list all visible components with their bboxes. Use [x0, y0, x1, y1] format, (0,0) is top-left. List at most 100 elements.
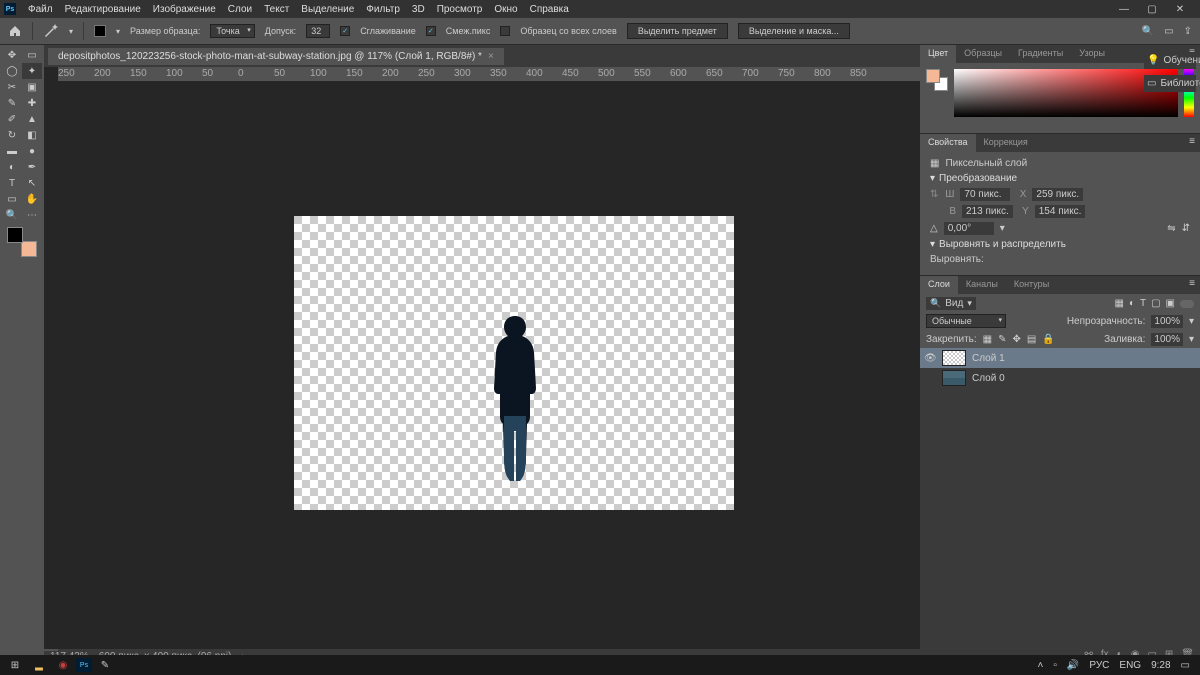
fill-swatch[interactable]: [94, 25, 106, 37]
menu-filter[interactable]: Фильтр: [360, 4, 406, 15]
zoom-tool[interactable]: 🔍: [2, 207, 22, 223]
select-subject-button[interactable]: Выделить предмет: [627, 23, 728, 39]
crop-tool[interactable]: ✂: [2, 79, 22, 95]
tolerance-input[interactable]: 32: [306, 24, 330, 38]
document-tab-close-icon[interactable]: ×: [488, 51, 494, 62]
magic-wand-tool-icon[interactable]: [43, 24, 59, 38]
lock-nest-icon[interactable]: ▤: [1027, 334, 1036, 345]
select-and-mask-button[interactable]: Выделение и маска...: [738, 23, 850, 39]
antialias-checkbox[interactable]: ✓: [340, 26, 350, 36]
tab-channels[interactable]: Каналы: [958, 276, 1006, 294]
dodge-tool[interactable]: ◐: [2, 159, 22, 175]
canvas[interactable]: [294, 216, 734, 510]
y-field[interactable]: 154 пикс.: [1035, 205, 1086, 218]
tab-layers[interactable]: Слои: [920, 276, 958, 294]
panel-menu-icon[interactable]: ≡: [1184, 276, 1200, 294]
filter-smart-icon[interactable]: ▣: [1166, 298, 1175, 309]
tab-gradients[interactable]: Градиенты: [1010, 45, 1071, 63]
marquee-tool[interactable]: ▭: [22, 47, 42, 63]
layer-thumbnail[interactable]: [942, 370, 966, 386]
tab-color[interactable]: Цвет: [920, 45, 956, 63]
x-field[interactable]: 259 пикс.: [1032, 188, 1083, 201]
layer-name[interactable]: Слой 0: [972, 373, 1005, 384]
tab-properties[interactable]: Свойства: [920, 134, 976, 152]
learn-tab[interactable]: 💡Обучение: [1144, 52, 1196, 69]
task-app-icon[interactable]: ◉: [52, 656, 74, 674]
tab-patterns[interactable]: Узоры: [1071, 45, 1113, 63]
layer-name[interactable]: Слой 1: [972, 353, 1005, 364]
tray-ime[interactable]: ENG: [1119, 660, 1141, 671]
filter-toggle-icon[interactable]: [1180, 300, 1194, 308]
lock-pos-icon[interactable]: ✥: [1013, 334, 1021, 345]
layer-filter-dropdown[interactable]: 🔍 Вид ▾: [926, 297, 976, 310]
transform-section[interactable]: Преобразование: [939, 173, 1017, 184]
magic-wand-tool[interactable]: ✦: [22, 63, 42, 79]
task-photoshop-icon[interactable]: Ps: [76, 658, 92, 672]
type-tool[interactable]: T: [2, 175, 22, 191]
share-icon[interactable]: ⇪: [1184, 26, 1192, 37]
lock-all-icon[interactable]: 🔒: [1042, 334, 1054, 345]
healing-tool[interactable]: ✚: [22, 95, 42, 111]
menu-view[interactable]: Просмотр: [431, 4, 489, 15]
menu-text[interactable]: Текст: [258, 4, 295, 15]
shape-tool[interactable]: ▭: [2, 191, 22, 207]
task-app2-icon[interactable]: ✎: [94, 656, 116, 674]
eraser-tool[interactable]: ◧: [22, 127, 42, 143]
tab-swatches[interactable]: Образцы: [956, 45, 1010, 63]
canvas-viewport[interactable]: [44, 81, 920, 649]
path-tool[interactable]: ↖: [22, 175, 42, 191]
all-layers-checkbox[interactable]: [500, 26, 510, 36]
menu-select[interactable]: Выделение: [295, 4, 360, 15]
lasso-tool[interactable]: ◯: [2, 63, 22, 79]
stamp-tool[interactable]: ▲: [22, 111, 42, 127]
tray-notifications-icon[interactable]: ▭: [1181, 660, 1190, 671]
flip-v-icon[interactable]: ⇵: [1182, 223, 1190, 234]
task-explorer-icon[interactable]: ▂: [28, 656, 50, 674]
tray-expand-icon[interactable]: ˄: [1038, 660, 1044, 671]
opacity-field[interactable]: 100%: [1151, 315, 1183, 328]
tab-paths[interactable]: Контуры: [1006, 276, 1057, 294]
filter-shape-icon[interactable]: ▢: [1151, 298, 1160, 309]
start-button[interactable]: ⊞: [4, 656, 26, 674]
flip-h-icon[interactable]: ⇋: [1167, 223, 1175, 234]
contiguous-checkbox[interactable]: ✓: [426, 26, 436, 36]
edit-toolbar[interactable]: ⋯: [22, 207, 42, 223]
height-field[interactable]: 213 пикс.: [962, 205, 1013, 218]
brush-tool[interactable]: ✐: [2, 111, 22, 127]
pen-tool[interactable]: ✒: [22, 159, 42, 175]
history-brush-tool[interactable]: ↻: [2, 127, 22, 143]
filter-type-icon[interactable]: T: [1140, 298, 1146, 309]
angle-field[interactable]: 0,00°: [944, 222, 994, 235]
frame-tool[interactable]: ▣: [22, 79, 42, 95]
menu-image[interactable]: Изображение: [147, 4, 222, 15]
fill-field[interactable]: 100%: [1151, 333, 1183, 346]
tray-network-icon[interactable]: ▫: [1053, 660, 1057, 671]
tray-volume-icon[interactable]: 🔊: [1067, 660, 1079, 671]
tray-time[interactable]: 9:28: [1151, 660, 1170, 671]
filter-adjust-icon[interactable]: ◐: [1129, 298, 1135, 309]
eyedropper-tool[interactable]: ✎: [2, 95, 22, 111]
gradient-tool[interactable]: ▬: [2, 143, 22, 159]
lock-paint-icon[interactable]: ✎: [998, 334, 1006, 345]
sample-size-dropdown[interactable]: Точка: [210, 24, 254, 38]
home-icon[interactable]: [8, 24, 22, 38]
menu-layers[interactable]: Слои: [222, 4, 258, 15]
layer-item[interactable]: 👁 Слой 1: [920, 348, 1200, 368]
blend-mode-dropdown[interactable]: Обычные: [926, 314, 1006, 328]
search-icon[interactable]: 🔍: [1142, 26, 1154, 37]
tab-adjustments[interactable]: Коррекция: [976, 134, 1036, 152]
workspace-icon[interactable]: ▭: [1164, 26, 1173, 37]
layer-thumbnail[interactable]: [942, 350, 966, 366]
tray-lang[interactable]: РУС: [1089, 660, 1109, 671]
color-foreback[interactable]: [926, 69, 948, 91]
document-tab[interactable]: depositphotos_120223256-stock-photo-man-…: [48, 48, 504, 65]
move-tool[interactable]: ✥: [2, 47, 22, 63]
menu-3d[interactable]: 3D: [406, 4, 431, 15]
visibility-icon[interactable]: 👁: [924, 353, 936, 364]
panel-menu-icon[interactable]: ≡: [1184, 134, 1200, 152]
hand-tool[interactable]: ✋: [22, 191, 42, 207]
layer-item[interactable]: Слой 0: [920, 368, 1200, 388]
restore-icon[interactable]: ▢: [1144, 4, 1160, 15]
menu-file[interactable]: Файл: [22, 4, 59, 15]
width-field[interactable]: 70 пикс.: [960, 188, 1010, 201]
